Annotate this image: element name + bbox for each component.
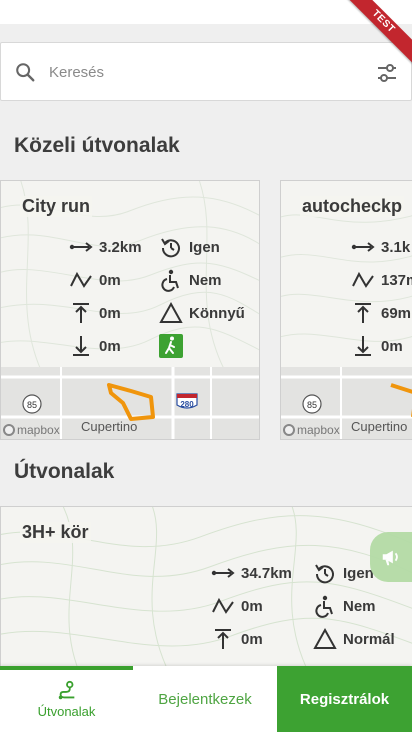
mapbox-logo: mapbox <box>3 423 60 437</box>
difficulty-triangle-icon <box>159 301 183 323</box>
section-title-nearby: Közeli útvonalak <box>14 134 180 157</box>
highway-shield-85: 85 <box>27 400 37 410</box>
stat-elevation: 0m <box>211 594 263 618</box>
stat-accessible: Nem <box>159 268 222 292</box>
stat-distance: 3.2km <box>69 235 142 259</box>
mapbox-logo: mapbox <box>283 423 340 437</box>
route-card-title: autocheckp <box>300 196 405 217</box>
route-card-title: 3H+ kör <box>20 522 91 543</box>
loop-icon <box>315 564 334 584</box>
elevation-icon <box>70 271 92 288</box>
elevation-icon <box>352 271 374 288</box>
route-map: 85 280 Cupertino mapbox <box>1 367 259 439</box>
stat-difficulty: Normál <box>313 627 395 651</box>
search-input[interactable] <box>49 61 349 83</box>
walking-activity-icon <box>159 334 183 358</box>
route-map: 85 Cupertino mapbox <box>281 367 412 439</box>
nav-tab-routes[interactable]: Útvonalak <box>0 666 133 732</box>
stat-ascent: 0m <box>211 627 263 651</box>
stat-elevation: 0m <box>69 268 121 292</box>
ascent-icon <box>73 303 89 323</box>
stat-difficulty: Könnyű <box>159 301 245 325</box>
route-card-title: City run <box>20 196 93 217</box>
ascent-icon <box>215 629 231 649</box>
stat-ascent: 69m <box>351 301 411 325</box>
descent-icon <box>73 336 89 356</box>
distance-icon <box>351 242 375 252</box>
map-city-label: Cupertino <box>81 419 138 434</box>
search-bar[interactable] <box>0 42 412 101</box>
route-card-3h-kor[interactable]: 3H+ kör 34.7km Igen 0m Nem 0m Normál <box>0 506 412 666</box>
stat-descent: 0m <box>351 334 403 358</box>
stat-activity <box>159 334 189 358</box>
elevation-icon <box>212 597 234 614</box>
stat-loop: Igen <box>313 561 374 585</box>
filter-settings-icon[interactable] <box>375 61 399 85</box>
stat-distance: 3.1k <box>351 235 410 259</box>
distance-icon <box>69 242 93 252</box>
wheelchair-icon <box>161 269 179 292</box>
highway-shield-280: 280 <box>180 400 194 409</box>
stat-loop: Igen <box>159 235 220 259</box>
route-card-city-run[interactable]: City run 3.2km Igen 0m Nem 0m Könnyű 0m <box>0 180 260 440</box>
section-title-routes: Útvonalak <box>14 460 115 483</box>
megaphone-icon <box>382 550 398 566</box>
ascent-icon <box>355 303 371 323</box>
map-city-label: Cupertino <box>351 419 408 434</box>
feedback-button[interactable] <box>370 532 412 582</box>
wheelchair-icon <box>315 595 333 618</box>
register-button[interactable]: Regisztrálok <box>277 666 412 732</box>
bottom-navigation: Útvonalak Bejelentkezek Regisztrálok <box>0 666 412 732</box>
login-button[interactable]: Bejelentkezek <box>133 666 277 732</box>
stat-descent: 0m <box>69 334 121 358</box>
route-path-icon <box>58 680 74 699</box>
status-bar <box>0 0 412 24</box>
difficulty-triangle-icon <box>313 627 337 649</box>
stat-elevation: 137m <box>351 268 412 292</box>
highway-shield-85: 85 <box>307 400 317 410</box>
stat-ascent: 0m <box>69 301 121 325</box>
loop-icon <box>161 238 180 258</box>
nav-tab-routes-label: Útvonalak <box>37 703 96 719</box>
descent-icon <box>355 336 371 356</box>
stat-distance: 34.7km <box>211 561 292 585</box>
distance-icon <box>211 568 235 578</box>
stat-accessible: Nem <box>313 594 376 618</box>
route-card-autocheckpoint[interactable]: autocheckp 3.1k 137m 69m 0m 85 Cupertino… <box>280 180 412 440</box>
search-icon <box>16 63 35 82</box>
